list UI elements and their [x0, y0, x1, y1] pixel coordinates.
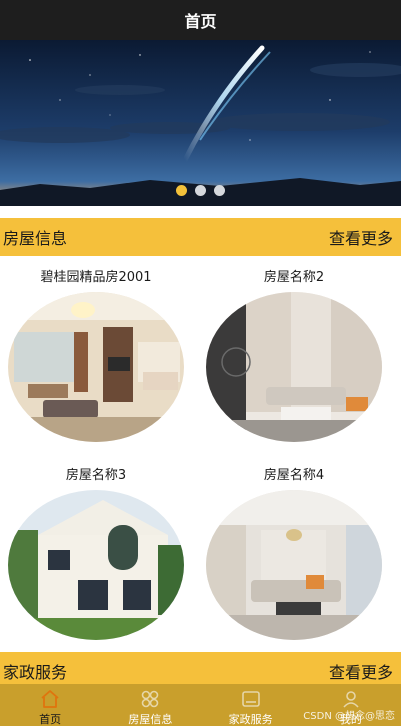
house-name: 碧桂园精品房2001: [40, 270, 152, 285]
grid-icon: [139, 688, 161, 710]
house-name: 房屋名称4: [263, 468, 325, 483]
watermark: CSDN @想念@思恋: [303, 711, 395, 722]
carousel-dot-2[interactable]: [195, 185, 206, 196]
tab-housekeeping[interactable]: 家政服务: [201, 684, 301, 726]
house-view-more-link[interactable]: 查看更多: [329, 225, 393, 249]
house-section-title: 房屋信息: [3, 229, 68, 248]
top-navbar: 首页: [0, 0, 401, 40]
home-icon: [39, 688, 61, 710]
house-section-header: 房屋信息 查看更多: [0, 218, 401, 256]
house-photo[interactable]: [8, 490, 184, 640]
service-icon: [240, 688, 262, 710]
tab-house-info[interactable]: 房屋信息: [100, 684, 200, 726]
tab-label: 房屋信息: [128, 713, 173, 726]
house-name: 房屋名称2: [263, 270, 325, 285]
housekeeping-view-more-link[interactable]: 查看更多: [329, 659, 393, 683]
carousel-indicator: [0, 185, 401, 196]
tab-label: 家政服务: [228, 713, 273, 726]
page-title: 首页: [184, 12, 217, 31]
house-card-2[interactable]: 房屋名称2: [206, 268, 382, 442]
house-name: 房屋名称3: [65, 468, 127, 483]
house-photo[interactable]: [206, 490, 382, 640]
carousel-dot-1[interactable]: [176, 185, 187, 196]
banner-image: [0, 40, 401, 206]
house-photo[interactable]: [8, 292, 184, 442]
house-photo[interactable]: [206, 292, 382, 442]
house-card-1[interactable]: 碧桂园精品房2001: [8, 268, 184, 442]
housekeeping-section-title: 家政服务: [3, 663, 68, 682]
house-card-3[interactable]: 房屋名称3: [8, 466, 184, 640]
tab-label: 首页: [39, 713, 62, 726]
tab-home[interactable]: 首页: [0, 684, 100, 726]
carousel-dot-3[interactable]: [214, 185, 225, 196]
banner-carousel[interactable]: [0, 40, 401, 206]
house-card-4[interactable]: 房屋名称4: [206, 466, 382, 640]
